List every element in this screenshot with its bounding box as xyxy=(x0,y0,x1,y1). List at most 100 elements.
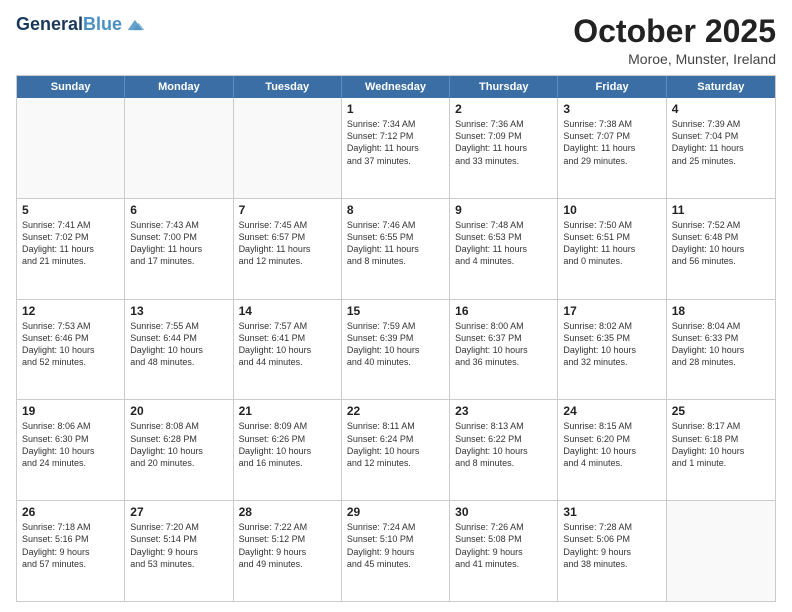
day-number: 4 xyxy=(672,102,770,116)
day-number: 16 xyxy=(455,304,552,318)
day-cell-24: 24 Sunrise: 8:15 AMSunset: 6:20 PMDayligh… xyxy=(558,400,666,500)
day-cell-27: 27 Sunrise: 7:20 AMSunset: 5:14 PMDayligh… xyxy=(125,501,233,601)
day-info: Sunrise: 8:08 AMSunset: 6:28 PMDaylight:… xyxy=(130,420,227,469)
day-info: Sunrise: 8:11 AMSunset: 6:24 PMDaylight:… xyxy=(347,420,444,469)
day-number: 25 xyxy=(672,404,770,418)
day-cell-26: 26Sunrise: 7:18 AMSunset: 5:16 PMDayligh… xyxy=(17,501,125,601)
day-number: 8 xyxy=(347,203,444,217)
day-cell-29: 29 Sunrise: 7:24 AMSunset: 5:10 PMDayligh… xyxy=(342,501,450,601)
day-cell-28: 28Sunrise: 7:22 AMSunset: 5:12 PMDayligh… xyxy=(234,501,342,601)
day-number: 13 xyxy=(130,304,227,318)
day-number: 3 xyxy=(563,102,660,116)
day-cell-6: 6 Sunrise: 7:43 AMSunset: 7:00 PMDaylight… xyxy=(125,199,233,299)
day-info: Sunrise: 7:20 AMSunset: 5:14 PMDaylight:… xyxy=(130,521,227,570)
day-info: Sunrise: 7:38 AMSunset: 7:07 PMDaylight:… xyxy=(563,118,660,167)
day-cell-30: 30 Sunrise: 7:26 AMSunset: 5:08 PMDayligh… xyxy=(450,501,558,601)
day-number: 9 xyxy=(455,203,552,217)
day-info: Sunrise: 8:09 AMSunset: 6:26 PMDaylight:… xyxy=(239,420,336,469)
calendar-body: 1 Sunrise: 7:34 AMSunset: 7:12 PMDaylight… xyxy=(17,98,775,601)
calendar: SundayMondayTuesdayWednesdayThursdayFrid… xyxy=(16,75,776,602)
day-cell-10: 10 Sunrise: 7:50 AMSunset: 6:51 PMDayligh… xyxy=(558,199,666,299)
day-number: 11 xyxy=(672,203,770,217)
day-info: Sunrise: 7:24 AMSunset: 5:10 PMDaylight:… xyxy=(347,521,444,570)
day-cell-12: 12 Sunrise: 7:53 AMSunset: 6:46 PMDayligh… xyxy=(17,300,125,400)
day-cell-3: 3 Sunrise: 7:38 AMSunset: 7:07 PMDaylight… xyxy=(558,98,666,198)
day-number: 23 xyxy=(455,404,552,418)
day-number: 26 xyxy=(22,505,119,519)
day-info: Sunrise: 7:50 AMSunset: 6:51 PMDaylight:… xyxy=(563,219,660,268)
month-title: October 2025 xyxy=(573,14,776,49)
logo-text: GeneralBlue xyxy=(16,15,122,35)
day-number: 10 xyxy=(563,203,660,217)
day-info: Sunrise: 7:26 AMSunset: 5:08 PMDaylight:… xyxy=(455,521,552,570)
day-cell-7: 7Sunrise: 7:45 AMSunset: 6:57 PMDaylight… xyxy=(234,199,342,299)
day-cell-21: 21 Sunrise: 8:09 AMSunset: 6:26 PMDayligh… xyxy=(234,400,342,500)
empty-cell xyxy=(17,98,125,198)
day-header-thursday: Thursday xyxy=(450,76,558,98)
day-number: 30 xyxy=(455,505,552,519)
day-info: Sunrise: 7:48 AMSunset: 6:53 PMDaylight:… xyxy=(455,219,552,268)
day-cell-4: 4 Sunrise: 7:39 AMSunset: 7:04 PMDaylight… xyxy=(667,98,775,198)
day-number: 24 xyxy=(563,404,660,418)
day-cell-19: 19 Sunrise: 8:06 AMSunset: 6:30 PMDayligh… xyxy=(17,400,125,500)
day-info: Sunrise: 7:53 AMSunset: 6:46 PMDaylight:… xyxy=(22,320,119,369)
day-info: Sunrise: 8:13 AMSunset: 6:22 PMDaylight:… xyxy=(455,420,552,469)
day-cell-2: 2Sunrise: 7:36 AMSunset: 7:09 PMDaylight… xyxy=(450,98,558,198)
day-number: 6 xyxy=(130,203,227,217)
day-number: 31 xyxy=(563,505,660,519)
day-cell-13: 13 Sunrise: 7:55 AMSunset: 6:44 PMDayligh… xyxy=(125,300,233,400)
day-number: 7 xyxy=(239,203,336,217)
day-cell-9: 9 Sunrise: 7:48 AMSunset: 6:53 PMDaylight… xyxy=(450,199,558,299)
day-header-friday: Friday xyxy=(558,76,666,98)
day-info: Sunrise: 7:55 AMSunset: 6:44 PMDaylight:… xyxy=(130,320,227,369)
calendar-header: SundayMondayTuesdayWednesdayThursdayFrid… xyxy=(17,76,775,98)
day-number: 17 xyxy=(563,304,660,318)
day-header-tuesday: Tuesday xyxy=(234,76,342,98)
day-info: Sunrise: 7:46 AMSunset: 6:55 PMDaylight:… xyxy=(347,219,444,268)
day-info: Sunrise: 8:17 AMSunset: 6:18 PMDaylight:… xyxy=(672,420,770,469)
day-number: 5 xyxy=(22,203,119,217)
day-cell-5: 5Sunrise: 7:41 AMSunset: 7:02 PMDaylight… xyxy=(17,199,125,299)
week-row-2: 5Sunrise: 7:41 AMSunset: 7:02 PMDaylight… xyxy=(17,198,775,299)
page: GeneralBlue October 2025 Moroe, Munster,… xyxy=(0,0,792,612)
empty-cell xyxy=(125,98,233,198)
day-header-monday: Monday xyxy=(125,76,233,98)
day-info: Sunrise: 7:22 AMSunset: 5:12 PMDaylight:… xyxy=(239,521,336,570)
day-number: 1 xyxy=(347,102,444,116)
day-cell-23: 23 Sunrise: 8:13 AMSunset: 6:22 PMDayligh… xyxy=(450,400,558,500)
day-cell-17: 17 Sunrise: 8:02 AMSunset: 6:35 PMDayligh… xyxy=(558,300,666,400)
day-info: Sunrise: 7:57 AMSunset: 6:41 PMDaylight:… xyxy=(239,320,336,369)
empty-cell xyxy=(667,501,775,601)
week-row-4: 19 Sunrise: 8:06 AMSunset: 6:30 PMDayligh… xyxy=(17,399,775,500)
day-info: Sunrise: 7:28 AMSunset: 5:06 PMDaylight:… xyxy=(563,521,660,570)
day-info: Sunrise: 8:15 AMSunset: 6:20 PMDaylight:… xyxy=(563,420,660,469)
day-header-sunday: Sunday xyxy=(17,76,125,98)
day-info: Sunrise: 7:52 AMSunset: 6:48 PMDaylight:… xyxy=(672,219,770,268)
day-info: Sunrise: 8:00 AMSunset: 6:37 PMDaylight:… xyxy=(455,320,552,369)
day-number: 2 xyxy=(455,102,552,116)
week-row-1: 1 Sunrise: 7:34 AMSunset: 7:12 PMDaylight… xyxy=(17,98,775,198)
day-info: Sunrise: 7:39 AMSunset: 7:04 PMDaylight:… xyxy=(672,118,770,167)
day-number: 14 xyxy=(239,304,336,318)
location: Moroe, Munster, Ireland xyxy=(573,51,776,67)
day-cell-1: 1 Sunrise: 7:34 AMSunset: 7:12 PMDaylight… xyxy=(342,98,450,198)
day-header-saturday: Saturday xyxy=(667,76,775,98)
day-info: Sunrise: 8:06 AMSunset: 6:30 PMDaylight:… xyxy=(22,420,119,469)
logo-icon xyxy=(124,14,146,36)
day-number: 22 xyxy=(347,404,444,418)
day-cell-15: 15Sunrise: 7:59 AMSunset: 6:39 PMDayligh… xyxy=(342,300,450,400)
day-number: 19 xyxy=(22,404,119,418)
day-info: Sunrise: 7:43 AMSunset: 7:00 PMDaylight:… xyxy=(130,219,227,268)
day-info: Sunrise: 7:34 AMSunset: 7:12 PMDaylight:… xyxy=(347,118,444,167)
day-number: 27 xyxy=(130,505,227,519)
day-cell-25: 25 Sunrise: 8:17 AMSunset: 6:18 PMDayligh… xyxy=(667,400,775,500)
day-info: Sunrise: 8:04 AMSunset: 6:33 PMDaylight:… xyxy=(672,320,770,369)
day-number: 15 xyxy=(347,304,444,318)
day-number: 21 xyxy=(239,404,336,418)
week-row-3: 12 Sunrise: 7:53 AMSunset: 6:46 PMDayligh… xyxy=(17,299,775,400)
title-block: October 2025 Moroe, Munster, Ireland xyxy=(573,14,776,67)
day-number: 12 xyxy=(22,304,119,318)
day-info: Sunrise: 8:02 AMSunset: 6:35 PMDaylight:… xyxy=(563,320,660,369)
day-number: 29 xyxy=(347,505,444,519)
day-cell-14: 14 Sunrise: 7:57 AMSunset: 6:41 PMDayligh… xyxy=(234,300,342,400)
